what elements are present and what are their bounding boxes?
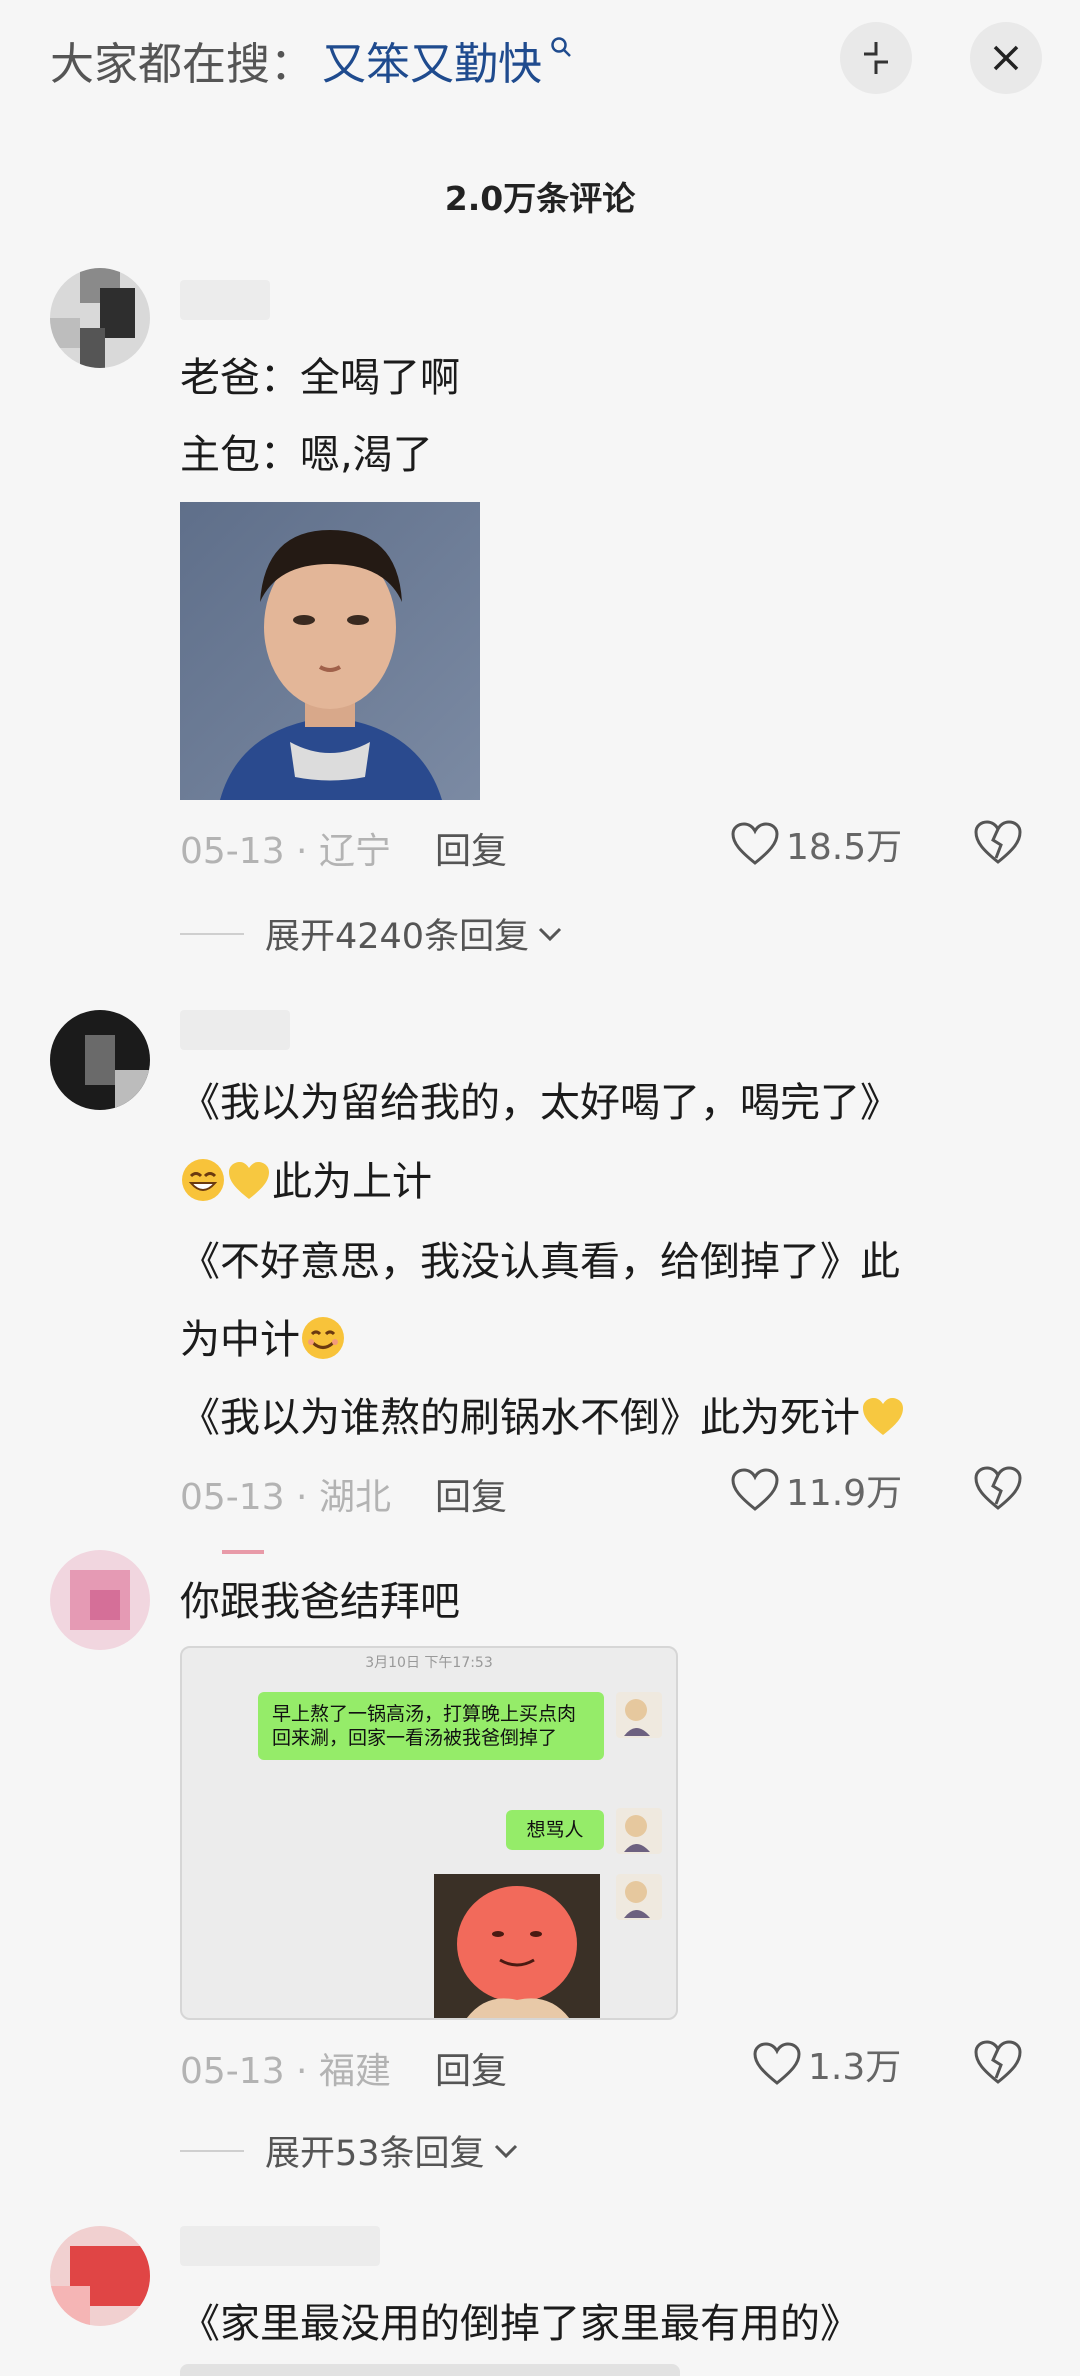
close-icon <box>993 45 1019 71</box>
divider-line <box>180 933 244 935</box>
sticker-image <box>434 1874 600 2018</box>
top-bar: 大家都在搜： 又笨又勤快 <box>0 0 1080 120</box>
chat-bubble: 早上熬了一锅高汤，打算晚上买点肉回来涮，回家一看汤被我爸倒掉了 <box>258 1692 604 1760</box>
avatar[interactable] <box>50 2226 150 2326</box>
yellow-heart-icon <box>229 1162 269 1199</box>
comment-text-line: 主包：嗯,渴了 <box>180 432 433 478</box>
username-redacted <box>180 1010 290 1050</box>
heart-icon <box>753 2042 801 2085</box>
search-suggestion-link[interactable]: 又笨又勤快 <box>322 28 542 92</box>
reply-button[interactable]: 回复 <box>435 822 507 874</box>
username-redacted <box>180 2226 380 2266</box>
comment-text-line: 《我以为留给我的，太好喝了，喝完了》 <box>180 1080 900 1126</box>
avatar[interactable] <box>50 268 150 368</box>
heart-icon <box>731 822 779 865</box>
comment-text-line: 为中计 <box>180 1310 346 1370</box>
username-redacted <box>222 1550 264 1554</box>
reply-button[interactable]: 回复 <box>435 1468 507 1520</box>
comment-text-line: 你跟我爸结拜吧 <box>180 1579 460 1625</box>
comment-photo[interactable] <box>180 502 480 800</box>
broken-heart-icon[interactable] <box>972 2038 1024 2086</box>
like-count: 1.3万 <box>808 2047 902 2088</box>
close-button[interactable] <box>970 22 1042 94</box>
comment-count-title: 2.0万条评论 <box>444 179 636 218</box>
like-button[interactable]: 1.3万 <box>752 2038 901 2090</box>
comment-date-location: 05-13 · 湖北 <box>180 1477 391 1518</box>
yellow-heart-icon <box>863 1398 903 1435</box>
chevron-down-icon <box>539 927 562 941</box>
avatar <box>616 1692 662 1738</box>
expand-replies-label: 展开4240条回复 <box>265 917 530 957</box>
search-icon[interactable] <box>550 36 572 58</box>
comment-text-segment: 为中计 <box>180 1317 300 1363</box>
comment-text-line: 《我以为谁熬的刷锅水不倒》此为死计 <box>180 1388 906 1448</box>
comment-text-line: 老爸：全喝了啊 <box>180 355 460 401</box>
chat-bubble: 想骂人 <box>506 1810 604 1850</box>
like-button[interactable]: 11.9万 <box>730 1464 902 1516</box>
collapse-icon <box>864 42 888 74</box>
comment-text-segment: 此为上计 <box>272 1159 432 1205</box>
expand-replies-label: 展开53条回复 <box>265 2134 485 2174</box>
comment-image-partial <box>180 2364 680 2376</box>
comment-text-line: 此为上计 <box>180 1152 432 1212</box>
search-prefix-label: 大家都在搜： <box>50 39 314 90</box>
divider-line <box>180 2150 244 2152</box>
comment-text-line: 《不好意思，我没认真看，给倒掉了》此 <box>180 1239 900 1285</box>
comment-date-location: 05-13 · 辽宁 <box>180 831 391 872</box>
avatar[interactable] <box>50 1010 150 1110</box>
collapse-button[interactable] <box>840 22 912 94</box>
reply-button[interactable]: 回复 <box>435 2042 507 2094</box>
like-count: 18.5万 <box>786 827 903 868</box>
expand-replies-button[interactable]: 展开4240条回复 <box>265 908 565 959</box>
like-count: 11.9万 <box>786 1473 903 1514</box>
broken-heart-icon[interactable] <box>972 818 1024 866</box>
like-button[interactable]: 18.5万 <box>730 818 902 870</box>
grinning-emoji-icon <box>182 1159 224 1201</box>
broken-heart-icon[interactable] <box>972 1464 1024 1512</box>
smiling-emoji-icon <box>302 1317 344 1359</box>
expand-replies-button[interactable]: 展开53条回复 <box>265 2125 521 2176</box>
username-redacted <box>180 280 270 320</box>
avatar <box>616 1874 662 1920</box>
chat-timestamp: 3月10日 下午17:53 <box>365 1655 493 1671</box>
comment-text-segment: 《我以为谁熬的刷锅水不倒》此为死计 <box>180 1395 860 1441</box>
comment-date-location: 05-13 · 福建 <box>180 2051 391 2092</box>
avatar[interactable] <box>50 1550 150 1650</box>
chat-screenshot[interactable]: 3月10日 下午17:53 早上熬了一锅高汤，打算晚上买点肉回来涮，回家一看汤被… <box>180 1646 678 2020</box>
heart-icon <box>731 1468 779 1511</box>
avatar <box>616 1808 662 1854</box>
chevron-down-icon <box>494 2144 517 2158</box>
comment-text-line: 《家里最没用的倒掉了家里最有用的》 <box>180 2301 860 2347</box>
